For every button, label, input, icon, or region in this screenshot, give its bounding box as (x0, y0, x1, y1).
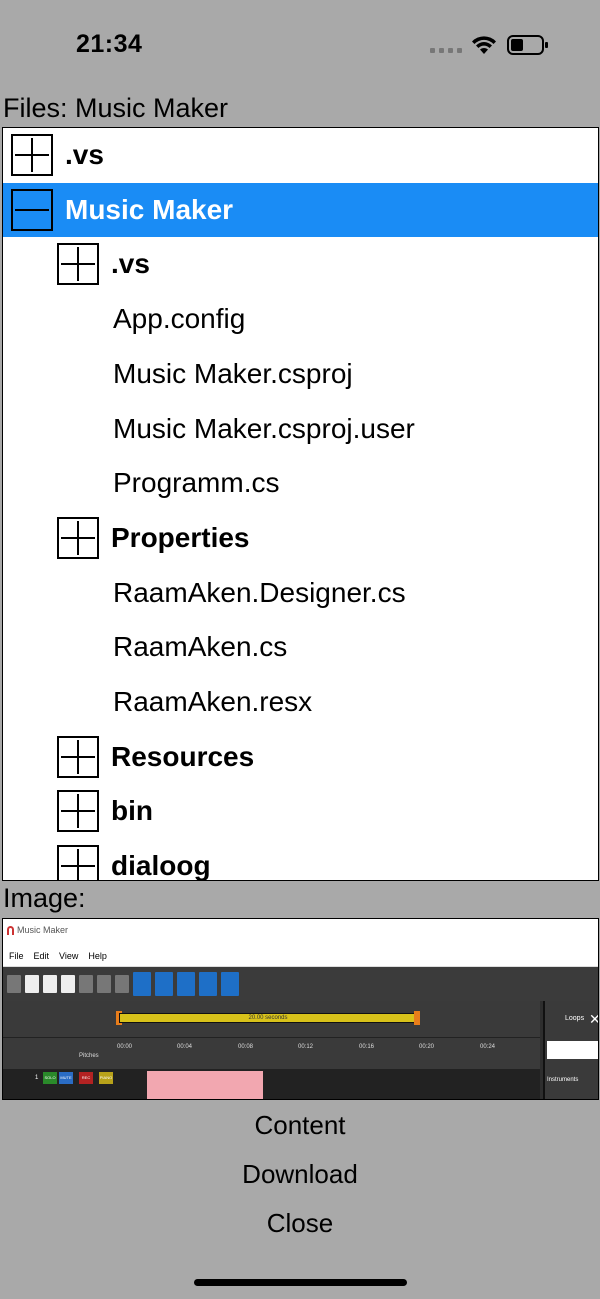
preview-ruler-tick: 00:04 (177, 1044, 193, 1050)
preview-instruments-label: Instruments (547, 1077, 579, 1083)
preview-app-title-text: Music Maker (17, 925, 69, 935)
preview-solo-button: SOLO (43, 1072, 57, 1084)
tree-item-label: RaamAken.Designer.cs (113, 576, 406, 608)
status-bar: 21:34 (0, 0, 600, 90)
wifi-icon (472, 36, 496, 54)
preview-note-icon (221, 972, 239, 996)
preview-ruler-tick: 00:20 (419, 1044, 435, 1050)
preview-track-number: 1 (35, 1075, 39, 1081)
preview-menu-file: File (9, 950, 24, 961)
preview-ruler-tick: 00:16 (359, 1044, 375, 1050)
tree-item-label: dialoog (111, 850, 211, 881)
expand-icon[interactable] (57, 516, 99, 559)
tree-file-raamaken-cs[interactable]: RaamAken.cs (3, 620, 598, 674)
tree-file-raamaken-designer-cs[interactable]: RaamAken.Designer.cs (3, 566, 598, 620)
tree-file-programm-cs[interactable]: Programm.cs (3, 456, 598, 510)
preview-timebar-end-handle (414, 1011, 420, 1025)
preview-app-title: Music Maker (3, 919, 598, 943)
preview-piano-button: PIANO (99, 1072, 113, 1084)
tree-folder-music-maker[interactable]: Music Maker (3, 182, 598, 237)
preview-track: 1 SOLO MUTE REC PIANO (3, 1069, 540, 1099)
tree-item-label: .vs (65, 139, 104, 170)
tree-folder-dialoog[interactable]: dialoog (3, 839, 598, 881)
battery-icon (507, 35, 548, 55)
tree-item-label: Music Maker (65, 193, 234, 225)
preview-close-icon: ✕ (589, 1011, 598, 1028)
tree-item-label: .vs (111, 248, 150, 280)
preview-ruler-tick: 00:08 (238, 1044, 254, 1050)
files-label: Files: Music Maker (3, 93, 229, 123)
tree-item-label: bin (111, 795, 153, 827)
preview-rec-button: REC (79, 1072, 93, 1084)
preview-menu-help: Help (88, 950, 107, 961)
preview-app-logo-icon (7, 926, 14, 935)
preview-loops-field (547, 1041, 598, 1059)
preview-view-icon (133, 972, 151, 996)
tree-folder-vs[interactable]: .vs (3, 237, 598, 291)
tree-item-label: Resources (111, 740, 255, 772)
tree-file-music-maker-csproj[interactable]: Music Maker.csproj (3, 347, 598, 401)
expand-icon[interactable] (57, 845, 99, 880)
tree-file-music-maker-csproj-user[interactable]: Music Maker.csproj.user (3, 402, 598, 456)
tree-folder-properties[interactable]: Properties (3, 511, 598, 565)
preview-mute-button: MUTE (59, 1072, 73, 1084)
preview-open-icon (43, 975, 57, 993)
file-tree[interactable]: .vs Music Maker .vs App.config Music Maker.c… (2, 127, 599, 881)
preview-settings-icon (7, 975, 21, 993)
tree-item-label: RaamAken.cs (113, 631, 288, 663)
preview-timebar: 20.00 seconds (119, 1013, 417, 1023)
preview-mixer-icon (199, 972, 217, 996)
preview-side-panel: Loops ✕ Instruments (543, 1001, 598, 1099)
preview-menu-bar: File Edit View Help (3, 945, 598, 967)
preview-pitches-label: Pitches (79, 1053, 99, 1059)
expand-icon[interactable] (57, 790, 99, 833)
preview-new-icon (25, 975, 39, 993)
download-button[interactable]: Download (0, 1159, 600, 1190)
preview-loops-label: Loops (565, 1015, 585, 1022)
tree-item-label: Programm.cs (113, 467, 280, 499)
preview-save-icon (61, 975, 75, 993)
preview-delete-icon (115, 975, 129, 993)
preview-ruler-tick: 00:00 (117, 1044, 133, 1050)
preview-note-region (147, 1071, 263, 1099)
preview-ruler-tick: 00:12 (298, 1044, 314, 1050)
home-indicator[interactable] (194, 1279, 407, 1286)
preview-menu-view: View (59, 950, 79, 961)
tree-item-label: Properties (111, 521, 250, 553)
tree-item-label: Music Maker.csproj (113, 357, 353, 389)
image-preview: Music Maker File Edit View Help 20.00 se… (2, 918, 599, 1100)
preview-workspace: 20.00 seconds 00:00 00:04 00:08 00:12 00… (3, 1001, 598, 1099)
status-time: 21:34 (76, 30, 143, 58)
preview-toolbar (3, 967, 598, 1001)
tree-folder-vs[interactable]: .vs (3, 128, 598, 182)
tree-item-label: Music Maker.csproj.user (113, 412, 415, 444)
preview-menu-edit: Edit (33, 950, 50, 961)
expand-icon[interactable] (57, 243, 99, 286)
expand-icon[interactable] (11, 134, 53, 176)
tree-item-label: App.config (113, 303, 246, 335)
cellular-signal-icon (430, 48, 462, 53)
image-label: Image: (3, 883, 86, 913)
tree-folder-resources[interactable]: Resources (3, 730, 598, 784)
preview-ruler-tick: 00:24 (480, 1044, 496, 1050)
expand-icon[interactable] (57, 735, 99, 778)
close-button[interactable]: Close (0, 1208, 600, 1239)
tree-item-label: RaamAken.resx (113, 686, 313, 717)
tree-folder-bin[interactable]: bin (3, 784, 598, 838)
collapse-icon[interactable] (11, 188, 53, 231)
preview-undo-icon (79, 975, 93, 993)
tree-file-app-config[interactable]: App.config (3, 292, 598, 346)
preview-redo-icon (97, 975, 111, 993)
preview-piano-icon (177, 972, 195, 996)
tree-file-raamaken-resx[interactable]: RaamAken.resx (3, 675, 598, 729)
content-button[interactable]: Content (0, 1110, 600, 1141)
preview-grid-icon (155, 972, 173, 996)
